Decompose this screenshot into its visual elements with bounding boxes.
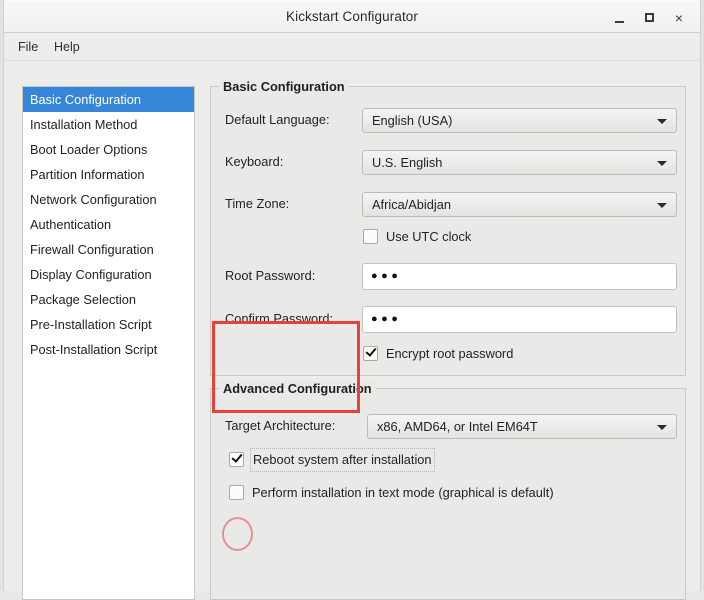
menu-item-file[interactable]: File (12, 38, 44, 56)
menu-bar: File Help (4, 33, 700, 61)
root-password-value: ●●● (371, 270, 402, 282)
target-architecture-label: Target Architecture: (225, 418, 336, 433)
maximize-button[interactable] (640, 9, 658, 27)
encrypt-root-password-checkbox[interactable] (363, 346, 378, 361)
sidebar-item-authentication[interactable]: Authentication (23, 212, 194, 237)
sidebar-item-pre-installation-script[interactable]: Pre-Installation Script (23, 312, 194, 337)
minimize-button[interactable] (610, 9, 628, 27)
row-default-language: Default Language: English (USA) (211, 105, 685, 135)
text-mode-install-checkbox[interactable] (229, 485, 244, 500)
use-utc-clock-label: Use UTC clock (386, 229, 472, 244)
application-window: Kickstart Configurator × File Help Basic… (0, 0, 704, 600)
keyboard-dropdown[interactable]: U.S. English (362, 150, 677, 175)
text-mode-install-label: Perform installation in text mode (graph… (252, 485, 554, 500)
maximize-icon (644, 13, 654, 22)
encrypt-root-password-label: Encrypt root password (386, 346, 514, 361)
row-root-password: Root Password: ●●● (211, 261, 685, 291)
configuration-section-list[interactable]: Basic Configuration Installation Method … (22, 86, 195, 600)
menu-item-help[interactable]: Help (48, 38, 86, 56)
close-button[interactable]: × (670, 9, 688, 27)
window-title: Kickstart Configurator (286, 9, 418, 24)
minimize-icon (614, 21, 624, 23)
basic-configuration-legend: Basic Configuration (219, 79, 349, 94)
keyboard-value: U.S. English (372, 155, 443, 170)
keyboard-label: Keyboard: (225, 154, 284, 169)
root-password-label: Root Password: (225, 268, 316, 283)
root-password-input[interactable]: ●●● (362, 263, 677, 290)
time-zone-value: Africa/Abidjan (372, 197, 451, 212)
target-architecture-dropdown[interactable]: x86, AMD64, or Intel EM64T (367, 414, 677, 439)
default-language-label: Default Language: (225, 112, 330, 127)
default-language-value: English (USA) (372, 113, 453, 128)
row-confirm-password: Confirm Password: ●●● (211, 304, 685, 334)
sidebar-item-boot-loader-options[interactable]: Boot Loader Options (23, 137, 194, 162)
sidebar-item-partition-information[interactable]: Partition Information (23, 162, 194, 187)
chevron-down-icon (657, 203, 667, 208)
confirm-password-label: Confirm Password: (225, 311, 334, 326)
sidebar-item-network-configuration[interactable]: Network Configuration (23, 187, 194, 212)
time-zone-label: Time Zone: (225, 196, 290, 211)
sidebar-item-display-configuration[interactable]: Display Configuration (23, 262, 194, 287)
target-architecture-value: x86, AMD64, or Intel EM64T (377, 419, 538, 434)
sidebar-item-basic-configuration[interactable]: Basic Configuration (23, 87, 194, 112)
content-area: Basic Configuration Installation Method … (4, 61, 700, 600)
row-keyboard: Keyboard: U.S. English (211, 147, 685, 177)
sidebar-item-post-installation-script[interactable]: Post-Installation Script (23, 337, 194, 362)
use-utc-clock-checkbox[interactable] (363, 229, 378, 244)
time-zone-dropdown[interactable]: Africa/Abidjan (362, 192, 677, 217)
row-target-architecture: Target Architecture: x86, AMD64, or Inte… (211, 411, 685, 441)
basic-configuration-group: Basic Configuration Default Language: En… (210, 79, 686, 376)
sidebar-item-installation-method[interactable]: Installation Method (23, 112, 194, 137)
title-bar[interactable]: Kickstart Configurator × (4, 0, 700, 33)
advanced-configuration-legend: Advanced Configuration (219, 381, 376, 396)
confirm-password-value: ●●● (371, 313, 402, 325)
default-language-dropdown[interactable]: English (USA) (362, 108, 677, 133)
reboot-after-install-label: Reboot system after installation (250, 448, 435, 472)
row-time-zone: Time Zone: Africa/Abidjan (211, 189, 685, 219)
sidebar-item-package-selection[interactable]: Package Selection (23, 287, 194, 312)
reboot-after-install-checkbox[interactable] (229, 452, 244, 467)
advanced-configuration-group: Advanced Configuration Target Architectu… (210, 381, 686, 600)
chevron-down-icon (657, 161, 667, 166)
chevron-down-icon (657, 119, 667, 124)
sidebar-item-firewall-configuration[interactable]: Firewall Configuration (23, 237, 194, 262)
chevron-down-icon (657, 425, 667, 430)
confirm-password-input[interactable]: ●●● (362, 306, 677, 333)
window-border-right (700, 0, 704, 591)
